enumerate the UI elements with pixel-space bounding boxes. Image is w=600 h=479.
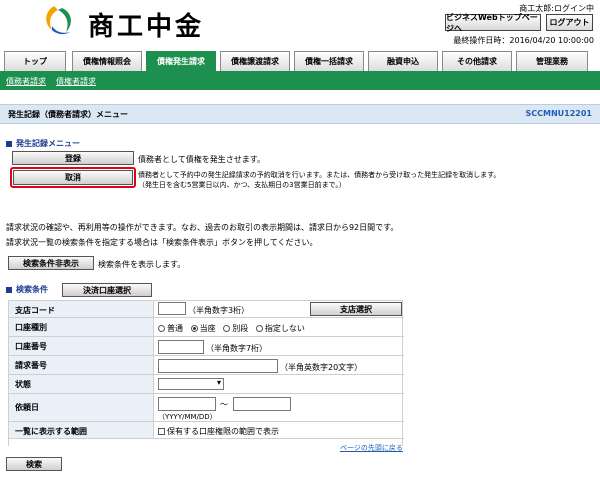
cancel-description-line2: （発生日を含む5営業日以内、かつ、支払期日の3営業日前まで。） xyxy=(138,181,346,189)
tab-financing[interactable]: 融資申込 xyxy=(368,51,438,71)
register-description: 債務者として債権を発生させます。 xyxy=(138,155,265,164)
register-button[interactable]: 登録 xyxy=(12,151,134,165)
cancel-description-line1: 債務者として予約中の発生記録請求の予約取消を行います。または、債務者から受け取っ… xyxy=(138,171,501,179)
sub-navigation: 債務者請求 債権者請求 xyxy=(0,74,600,90)
request-number-input[interactable] xyxy=(158,359,278,373)
search-section-heading-text: 検索条件 xyxy=(16,285,48,294)
search-form-table: 支店コード （半角数字3桁） 支店選択 口座種別 普通 当座 別段 指定しない … xyxy=(8,300,404,446)
logout-button[interactable]: ログアウト xyxy=(546,14,593,31)
tab-claim-transfer[interactable]: 債権譲渡請求 xyxy=(220,51,290,71)
request-number-hint: （半角英数字20文字） xyxy=(280,363,363,372)
company-logo-icon xyxy=(40,4,76,38)
account-type-option-special[interactable]: 別段 xyxy=(223,324,248,333)
account-type-option-current[interactable]: 当座 xyxy=(190,324,216,333)
subnav-creditor-request[interactable]: 債権者請求 xyxy=(56,76,96,87)
account-number-row: 口座番号 （半角数字7桁） xyxy=(9,337,404,356)
info-text-line1: 請求状況の確認や、再利用等の操作ができます。なお、過去のお取引の表示期間は、請求… xyxy=(6,223,399,232)
account-type-option-none[interactable]: 指定しない xyxy=(255,324,305,333)
menu-section-heading-text: 発生記録メニュー xyxy=(16,139,80,148)
branch-code-label: 支店コード xyxy=(9,301,154,317)
company-logo-text: 商工中金 xyxy=(88,12,205,42)
branch-code-input[interactable] xyxy=(158,302,186,315)
request-date-from-input[interactable] xyxy=(158,397,216,411)
tab-bulk-request[interactable]: 債権一括請求 xyxy=(294,51,364,71)
status-select[interactable]: ▾ xyxy=(158,378,224,390)
info-text-line2: 請求状況一覧の検索条件を指定する場合は「検索条件表示」ボタンを押してください。 xyxy=(6,238,318,247)
request-date-label: 依頼日 xyxy=(9,394,154,421)
main-tab-bar: トップ 債権情報照会 債権発生請求 債権譲渡請求 債権一括請求 融資申込 その他… xyxy=(0,48,600,74)
tab-claim-inquiry[interactable]: 債権情報照会 xyxy=(72,51,142,71)
toggle-search-conditions-button[interactable]: 検索条件非表示 xyxy=(8,256,94,270)
subnav-debtor-request[interactable]: 債務者請求 xyxy=(6,76,46,87)
last-operation-time: 最終操作日時：2016/04/20 10:00:00 xyxy=(453,36,594,45)
status-label: 状態 xyxy=(9,375,154,393)
date-range-tilde: ～ xyxy=(220,400,228,409)
tab-other-requests[interactable]: その他請求 xyxy=(442,51,512,71)
tab-claim-issuance[interactable]: 債権発生請求 xyxy=(146,51,216,71)
cancel-button[interactable]: 取消 xyxy=(13,170,133,185)
display-range-checkbox[interactable]: 保有する口座権限の範囲で表示 xyxy=(158,427,279,436)
page-title: 発生記録（債務者請求）メニュー xyxy=(8,110,128,119)
page-top-link[interactable]: ページの先頭に戻る xyxy=(340,443,403,453)
business-web-top-button[interactable]: ビジネスWebトップページへ xyxy=(445,13,541,33)
display-range-label: 一覧に表示する範囲 xyxy=(9,422,154,438)
account-number-hint: （半角数字7桁） xyxy=(206,344,268,353)
section-marker-icon xyxy=(6,286,12,293)
date-format-hint: （YYYY/MM/DD） xyxy=(158,413,217,421)
status-row: 状態 ▾ xyxy=(9,375,404,394)
account-type-row: 口座種別 普通 当座 別段 指定しない xyxy=(9,318,404,337)
request-number-label: 請求番号 xyxy=(9,356,154,374)
tab-top[interactable]: トップ xyxy=(4,51,66,71)
section-marker-icon xyxy=(6,140,12,147)
tab-management[interactable]: 管理業務 xyxy=(516,51,588,71)
screen-id: SCCMNU12201 xyxy=(525,109,593,118)
account-type-option-normal[interactable]: 普通 xyxy=(158,324,183,333)
branch-code-hint: （半角数字3桁） xyxy=(188,306,250,315)
account-type-label: 口座種別 xyxy=(9,318,154,336)
request-date-to-input[interactable] xyxy=(233,397,291,411)
branch-code-row: 支店コード （半角数字3桁） 支店選択 xyxy=(9,301,404,318)
display-range-row: 一覧に表示する範囲 保有する口座権限の範囲で表示 xyxy=(9,422,404,439)
menu-section-heading: 発生記録メニュー xyxy=(6,138,80,149)
toggle-search-description: 検索条件を表示します。 xyxy=(98,260,186,269)
branch-select-button[interactable]: 支店選択 xyxy=(310,302,402,316)
request-date-row: 依頼日 ～ （YYYY/MM/DD） xyxy=(9,394,404,422)
settlement-account-select-button[interactable]: 決済口座選択 xyxy=(62,283,152,297)
search-button[interactable]: 検索 xyxy=(6,457,62,471)
search-section-heading: 検索条件 xyxy=(6,284,48,295)
chevron-down-icon: ▾ xyxy=(216,378,221,387)
request-number-row: 請求番号 （半角英数字20文字） xyxy=(9,356,404,375)
account-number-label: 口座番号 xyxy=(9,337,154,355)
account-number-input[interactable] xyxy=(158,340,204,354)
